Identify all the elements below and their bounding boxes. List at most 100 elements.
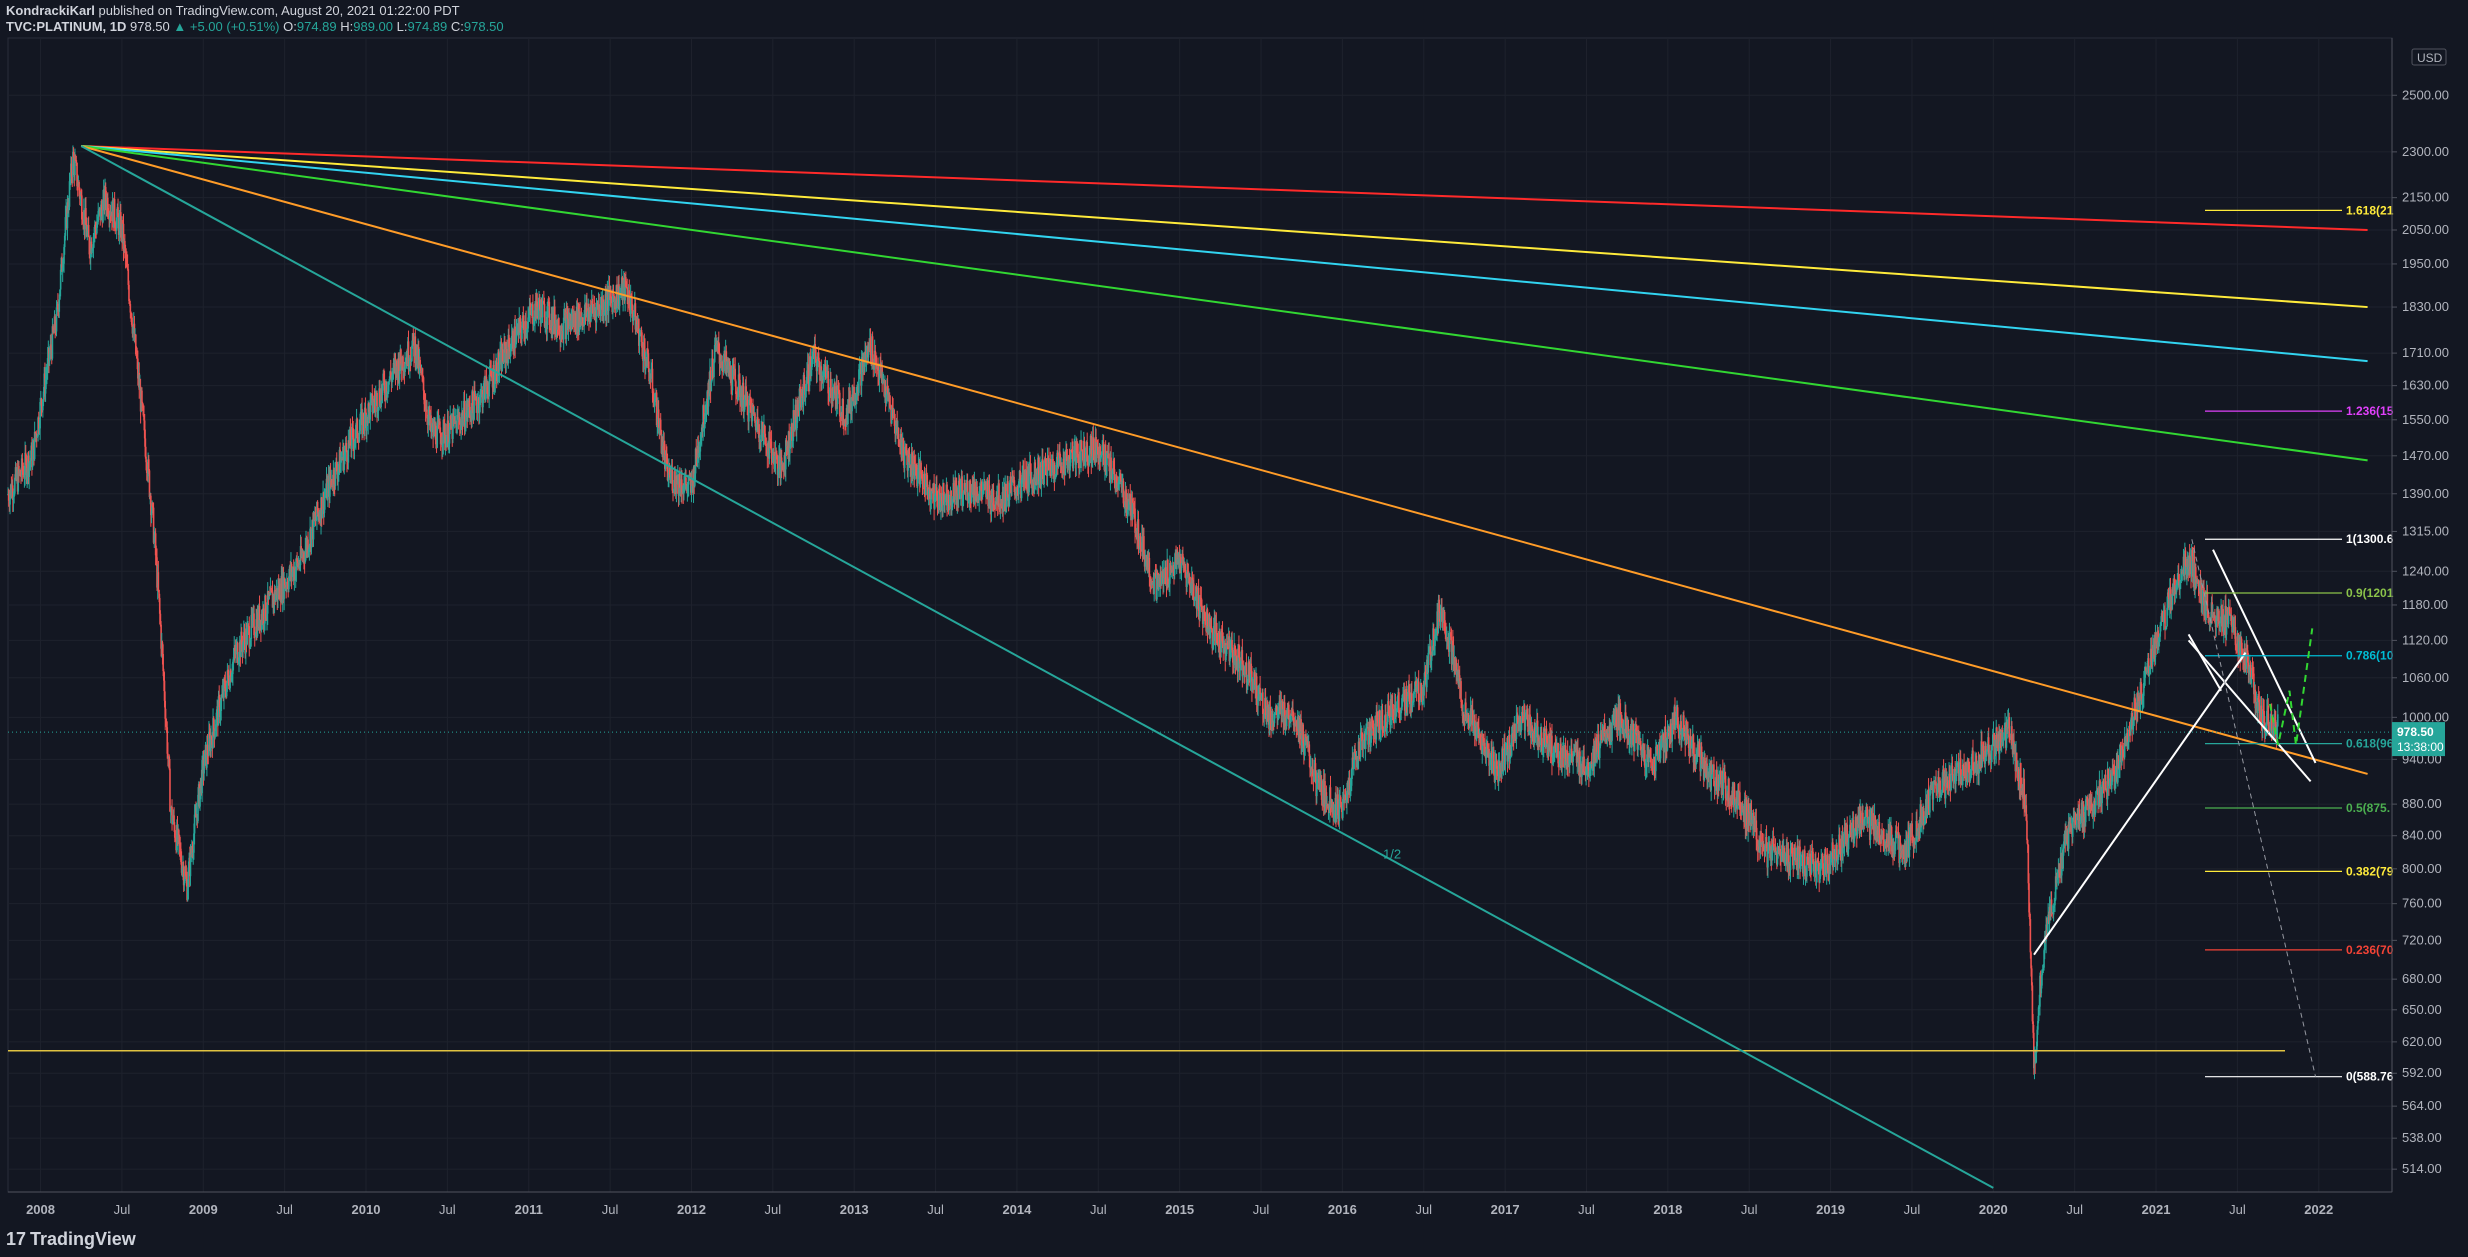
candle-body [1632, 723, 1635, 745]
candle-body [734, 368, 737, 382]
candle-body [760, 429, 762, 443]
candle-body [605, 297, 608, 315]
candle-body [31, 449, 34, 468]
candle-body [345, 443, 348, 452]
candle-body [419, 359, 421, 366]
candle-body [264, 595, 267, 619]
candle-body [1335, 801, 1338, 819]
candle-body [574, 312, 577, 331]
candle-body [212, 718, 215, 729]
candle-body [1438, 599, 1440, 612]
candle-body [499, 350, 501, 365]
candle-body [1494, 761, 1497, 782]
candle-body [40, 398, 43, 406]
candle-body [1153, 574, 1155, 595]
candle-body [128, 284, 130, 301]
candle-body [1381, 709, 1384, 729]
candle-body [628, 290, 631, 309]
candle-body [87, 225, 90, 238]
candle-body [1372, 727, 1375, 736]
candle-body [512, 330, 514, 352]
candle-body [162, 653, 164, 672]
candle-body [1611, 722, 1613, 741]
candle-body [1110, 457, 1112, 471]
candles [7, 145, 2279, 1080]
candle-body [959, 479, 962, 499]
candle-body [1419, 700, 1421, 703]
candle-body [764, 433, 767, 445]
candle-body [1659, 749, 1662, 759]
candle-body [1633, 729, 1636, 752]
candle-body [830, 379, 832, 397]
candle-body [1529, 714, 1531, 720]
candle-body [1416, 683, 1419, 692]
candle-body [978, 491, 981, 501]
candle-body [638, 334, 641, 346]
candle-body [262, 608, 265, 624]
candle-body [193, 814, 196, 834]
candle-body [1119, 473, 1122, 481]
candle-body [842, 398, 844, 426]
candle-body [141, 390, 143, 403]
candle-body [746, 393, 749, 416]
price-chart[interactable]: 1/21.618(211.236(151(1300.60.9(12010.786… [0, 0, 2468, 1257]
candle-body [1507, 751, 1510, 762]
candle-body [358, 430, 361, 442]
candle-body [1064, 451, 1067, 476]
candle-body [58, 299, 61, 312]
candle-body [776, 453, 778, 456]
candle-body [1427, 652, 1430, 673]
candle-body [1557, 742, 1559, 764]
candle-body [1085, 448, 1087, 462]
candle-body [713, 362, 715, 377]
candle-body [641, 341, 644, 357]
candle-body [214, 730, 216, 738]
candle-body [1259, 687, 1261, 694]
candle-body [685, 477, 687, 485]
candle-body [998, 483, 1000, 510]
candle-body [1460, 681, 1462, 702]
candle-body [612, 294, 614, 313]
candle-body [74, 159, 76, 176]
candle-body [1515, 715, 1518, 740]
candle-body [1072, 460, 1075, 469]
candle-body [178, 830, 180, 836]
candle-body [1223, 646, 1225, 653]
candle-body [671, 469, 674, 491]
candle-body [1403, 689, 1406, 702]
candle-body [404, 363, 406, 373]
candle-body [527, 317, 529, 329]
candle-body [187, 867, 190, 888]
candle-body [523, 321, 525, 334]
candle-body [549, 324, 551, 328]
candle-body [1101, 444, 1104, 456]
candle-body [39, 401, 41, 429]
candle-body [157, 572, 160, 590]
candle-body [838, 392, 841, 417]
candle-body [1510, 733, 1513, 756]
candle-body [1007, 481, 1009, 498]
candle-body [1156, 572, 1158, 600]
candle-body [541, 301, 544, 318]
candle-body [721, 361, 724, 368]
candle-body [220, 697, 223, 712]
candle-body [1067, 460, 1069, 469]
candle-body [1583, 756, 1585, 773]
candle-body [1383, 720, 1386, 732]
candle-body [113, 198, 116, 224]
candle-body [1320, 780, 1323, 800]
candle-body [203, 765, 205, 774]
candle-body [521, 327, 523, 339]
candle-body [1148, 557, 1151, 577]
candle-body [412, 333, 415, 341]
candle-body [1080, 441, 1083, 450]
candle-body [1255, 676, 1258, 705]
candle-body [1497, 764, 1500, 783]
candle-body [659, 419, 662, 430]
candle-body [147, 459, 150, 471]
candle-body [1269, 706, 1272, 721]
candle-body [1423, 684, 1425, 696]
candle-body [953, 483, 955, 497]
candle-body [878, 370, 881, 381]
candle-body [422, 377, 425, 391]
